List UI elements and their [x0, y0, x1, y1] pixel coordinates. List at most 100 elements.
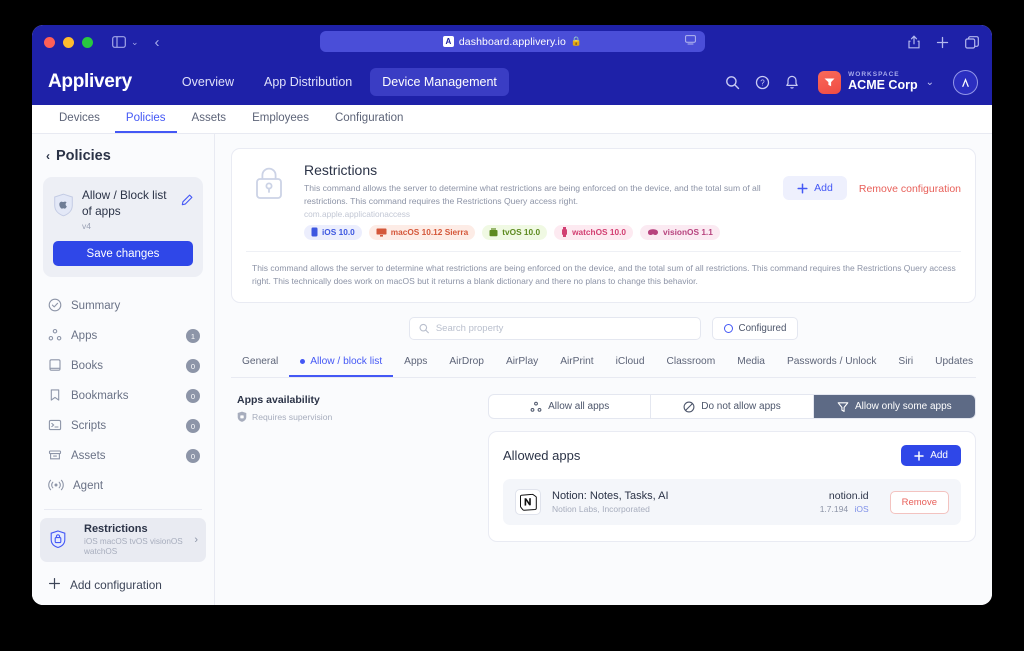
search-icon[interactable]	[725, 75, 740, 90]
bell-icon[interactable]	[785, 75, 799, 90]
sidebar-item-label: Books	[71, 360, 103, 373]
add-restriction-button[interactable]: Add	[783, 176, 847, 200]
address-bar[interactable]: A dashboard.applivery.io 🔒	[320, 31, 705, 52]
add-configuration-label: Add configuration	[70, 578, 162, 593]
policy-name: Allow / Block list of apps	[82, 188, 167, 218]
iphone-icon	[311, 227, 318, 237]
back-to-policies[interactable]: ‹ Policies	[32, 148, 214, 164]
page-body: ‹ Policies Allow / Block list of apps v4	[32, 134, 992, 605]
help-circle-icon[interactable]: ?	[755, 75, 770, 90]
new-tab-plus-icon[interactable]	[936, 36, 949, 49]
lock-shield-icon	[50, 530, 66, 551]
tab-label: Allow / block list	[310, 356, 383, 368]
applivery-logo[interactable]: Applivery	[48, 71, 132, 93]
allowed-apps-title: Allowed apps	[503, 448, 581, 464]
sidebar-item-summary[interactable]: Summary	[32, 291, 214, 321]
subnav-item-policies[interactable]: Policies	[114, 112, 177, 133]
allowed-apps-header: Allowed apps Add	[503, 445, 961, 467]
tab-media[interactable]: Media	[726, 356, 776, 377]
back-chevron-icon[interactable]: ‹	[155, 34, 160, 51]
sidebar-item-scripts[interactable]: Scripts 0	[32, 411, 214, 441]
add-label: Add	[930, 450, 948, 462]
sidebar-item-label: Assets	[71, 450, 106, 463]
sidebar-toggle-icon[interactable]	[112, 36, 126, 48]
book-icon	[48, 358, 62, 375]
chevron-down-icon[interactable]: ⌄	[926, 77, 934, 88]
reader-view-icon[interactable]	[685, 35, 696, 48]
apps-icon	[48, 328, 62, 345]
tab-passwords-unlock[interactable]: Passwords / Unlock	[776, 356, 887, 377]
user-avatar[interactable]	[953, 69, 978, 95]
configured-filter-chip[interactable]: Configured	[711, 317, 799, 341]
sidebar-item-restrictions[interactable]: Restrictions iOS macOS tvOS visionOS wat…	[40, 518, 206, 563]
sidebar-item-agent[interactable]: Agent	[32, 471, 214, 501]
close-window-button[interactable]	[44, 36, 55, 48]
tab-airplay[interactable]: AirPlay	[495, 356, 549, 377]
nav-item-device-management[interactable]: Device Management	[370, 68, 509, 96]
sidebar-divider	[44, 509, 202, 511]
add-configuration-button[interactable]: Add configuration	[32, 570, 214, 600]
workspace-switcher[interactable]: WORKSPACE ACME Corp ⌄	[818, 70, 934, 94]
platform-badge-visionos: visionOS 1.1	[640, 224, 720, 240]
apple-shield-icon	[53, 193, 74, 222]
subnav-item-assets[interactable]: Assets	[181, 112, 238, 133]
tab-updates[interactable]: Updates	[924, 356, 984, 377]
filter-icon	[837, 401, 849, 412]
search-icon	[418, 323, 429, 334]
platform-badges: iOS 10.0 macOS 10.12 Sierra tvOS 10.0 wa…	[304, 224, 769, 240]
page-title: Restrictions	[304, 162, 378, 178]
browser-chrome: ⌄ ‹ A dashboard.applivery.io 🔒	[32, 25, 992, 59]
sidebar-item-books[interactable]: Books 0	[32, 351, 214, 381]
minimize-window-button[interactable]	[63, 36, 74, 48]
segment-allow-only-some-apps[interactable]: Allow only some apps	[813, 395, 975, 419]
block-icon	[683, 401, 695, 413]
notion-app-icon	[515, 489, 541, 516]
sidebar-item-assets[interactable]: Assets 0	[32, 441, 214, 471]
app-name: Notion: Notes, Tasks, AI	[552, 490, 669, 503]
search-property-box[interactable]	[408, 317, 701, 341]
nav-item-overview[interactable]: Overview	[170, 68, 246, 96]
tab-apps[interactable]: Apps	[393, 356, 438, 377]
workspace-name: ACME Corp	[848, 77, 918, 92]
apps-availability-section: Apps availability Requires supervision A…	[231, 394, 976, 543]
add-allowed-app-button[interactable]: Add	[901, 445, 961, 467]
pencil-icon[interactable]	[181, 193, 193, 211]
sidebar-item-count: 0	[186, 449, 200, 464]
subnav-item-employees[interactable]: Employees	[241, 112, 320, 133]
restrictions-header-card: Restrictions This command allows the ser…	[231, 148, 976, 304]
sidebar-dropdown-icon[interactable]: ⌄	[131, 37, 139, 48]
app-bundle-id: notion.id	[828, 490, 869, 503]
appletv-icon	[489, 228, 498, 236]
svg-text:?: ?	[760, 78, 765, 87]
bookmark-icon	[48, 388, 62, 405]
sidebar-item-label: Scripts	[71, 420, 107, 433]
nav-item-app-distribution[interactable]: App Distribution	[252, 68, 364, 96]
tab-icloud[interactable]: iCloud	[605, 356, 656, 377]
search-input[interactable]	[435, 323, 691, 335]
allowed-app-row: Notion: Notes, Tasks, AI Notion Labs, In…	[503, 479, 961, 526]
remove-configuration-link[interactable]: Remove configuration	[859, 176, 961, 195]
maximize-window-button[interactable]	[82, 36, 93, 48]
segment-do-not-allow-apps[interactable]: Do not allow apps	[651, 395, 814, 419]
traffic-lights[interactable]	[44, 36, 93, 48]
sidebar-item-apps[interactable]: Apps 1	[32, 321, 214, 351]
subnav-item-configuration[interactable]: Configuration	[324, 112, 414, 133]
policy-sidebar: ‹ Policies Allow / Block list of apps v4	[32, 134, 215, 605]
tab-classroom[interactable]: Classroom	[656, 356, 727, 377]
remove-app-button[interactable]: Remove	[889, 490, 949, 514]
availability-segmented-control: Allow all apps Do not allow apps Allow o…	[488, 394, 976, 420]
sidebar-item-bookmarks[interactable]: Bookmarks 0	[32, 381, 214, 411]
share-icon[interactable]	[908, 35, 920, 49]
save-changes-button[interactable]: Save changes	[53, 241, 193, 267]
tab-airdrop[interactable]: AirDrop	[438, 356, 495, 377]
property-tabs: General Allow / block list Apps AirDrop …	[231, 356, 976, 379]
subnav-item-devices[interactable]: Devices	[48, 112, 111, 133]
tab-siri[interactable]: Siri	[887, 356, 924, 377]
platform-badge-macos: macOS 10.12 Sierra	[368, 224, 476, 240]
lock-icon: 🔒	[570, 36, 583, 46]
segment-allow-all-apps[interactable]: Allow all apps	[489, 395, 652, 419]
tab-allow-block-list[interactable]: Allow / block list	[289, 356, 394, 378]
tab-airprint[interactable]: AirPrint	[549, 356, 604, 377]
tab-general[interactable]: General	[231, 356, 289, 377]
tabs-overview-icon[interactable]	[965, 35, 979, 49]
